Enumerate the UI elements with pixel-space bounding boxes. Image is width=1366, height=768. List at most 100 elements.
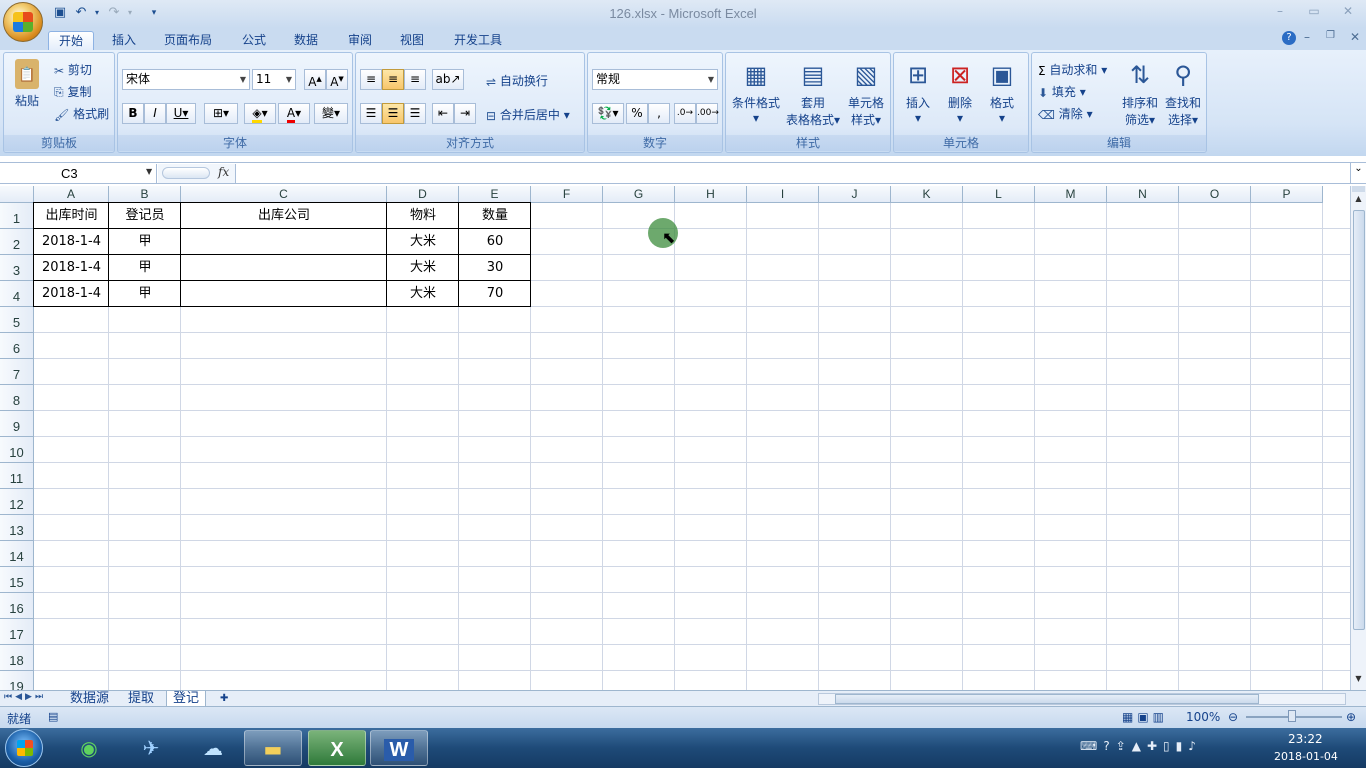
- excel-app-icon[interactable]: X: [308, 730, 366, 766]
- column-header-e[interactable]: E: [459, 186, 531, 203]
- align-right-button[interactable]: ☰: [404, 103, 426, 124]
- sort-filter-button[interactable]: ⇅ 排序和 筛选▾: [1120, 59, 1160, 128]
- table-cell[interactable]: 70: [459, 281, 531, 307]
- orientation-button[interactable]: ab↗: [432, 69, 464, 90]
- chevron-down-icon[interactable]: ▼: [146, 167, 152, 176]
- zoom-out-icon[interactable]: ⊖: [1228, 710, 1238, 724]
- customize-qat-icon[interactable]: ▾: [146, 5, 162, 21]
- zoom-slider-thumb[interactable]: [1288, 710, 1296, 722]
- column-header-k[interactable]: K: [891, 186, 963, 203]
- word-app-icon[interactable]: W: [370, 730, 428, 766]
- zoom-level[interactable]: 100%: [1186, 710, 1220, 724]
- formula-divider-handle[interactable]: [162, 167, 210, 179]
- row-header-3[interactable]: 3: [0, 255, 34, 281]
- align-left-button[interactable]: ☰: [360, 103, 382, 124]
- column-header-j[interactable]: J: [819, 186, 891, 203]
- column-header-h[interactable]: H: [675, 186, 747, 203]
- row-header-2[interactable]: 2: [0, 229, 34, 255]
- macro-record-icon[interactable]: ▤: [48, 710, 58, 723]
- table-cell[interactable]: 30: [459, 255, 531, 281]
- table-cell[interactable]: 大米: [387, 281, 459, 307]
- formula-input[interactable]: [238, 164, 1348, 183]
- tab-formulas[interactable]: 公式: [232, 31, 276, 50]
- table-cell[interactable]: 甲: [109, 229, 181, 255]
- column-header-c[interactable]: C: [181, 186, 387, 203]
- row-header-17[interactable]: 17: [0, 619, 34, 645]
- align-top-button[interactable]: ≡: [360, 69, 382, 90]
- row-header-12[interactable]: 12: [0, 489, 34, 515]
- format-as-table-button[interactable]: ▤ 套用 表格格式▾: [784, 59, 842, 128]
- table-cell[interactable]: [181, 229, 387, 255]
- row-header-4[interactable]: 4: [0, 281, 34, 307]
- view-buttons[interactable]: ▦▣▥: [1122, 710, 1168, 724]
- zoom-in-icon[interactable]: ⊕: [1346, 710, 1356, 724]
- accounting-format-button[interactable]: 💱▾: [592, 103, 624, 124]
- decrease-decimal-button[interactable]: .00→: [696, 103, 719, 124]
- maximize-button[interactable]: ▭: [1304, 4, 1324, 20]
- redo-icon[interactable]: ↷: [106, 5, 122, 21]
- column-header-d[interactable]: D: [387, 186, 459, 203]
- underline-button[interactable]: U▾: [166, 103, 196, 124]
- bold-button[interactable]: B: [122, 103, 144, 124]
- find-select-button[interactable]: ⚲ 查找和 选择▾: [1162, 59, 1204, 128]
- row-header-18[interactable]: 18: [0, 645, 34, 671]
- split-handle[interactable]: [1352, 186, 1365, 192]
- row-header-10[interactable]: 10: [0, 437, 34, 463]
- italic-button[interactable]: I: [144, 103, 166, 124]
- sheet-tab[interactable]: 数据源: [64, 691, 115, 707]
- vertical-scroll-thumb[interactable]: [1353, 210, 1365, 630]
- column-header-f[interactable]: F: [531, 186, 603, 203]
- borders-button[interactable]: ⊞▾: [204, 103, 238, 124]
- table-cell[interactable]: 大米: [387, 255, 459, 281]
- help-icon[interactable]: ?: [1282, 31, 1296, 45]
- table-header-cell[interactable]: 出库时间: [34, 203, 109, 229]
- browser-app-icon[interactable]: ◉: [60, 730, 118, 766]
- name-box[interactable]: C3: [1, 164, 157, 183]
- ribbon-minimize-icon[interactable]: –: [1304, 30, 1310, 44]
- select-all-corner[interactable]: [0, 186, 34, 203]
- horizontal-scrollbar[interactable]: [818, 693, 1346, 705]
- sheet-navigation-icons[interactable]: ⏮◀▶⏭: [4, 692, 46, 702]
- redo-dropdown-icon[interactable]: ▾: [122, 5, 138, 21]
- save-icon[interactable]: ▣: [52, 5, 68, 21]
- undo-icon[interactable]: ↶: [73, 5, 89, 21]
- row-header-13[interactable]: 13: [0, 515, 34, 541]
- font-name-combo[interactable]: 宋体 ▼: [122, 69, 250, 90]
- insert-function-icon[interactable]: fx: [218, 165, 229, 179]
- bird-app-icon[interactable]: ✈: [122, 730, 180, 766]
- tab-view[interactable]: 视图: [390, 31, 434, 50]
- align-bottom-button[interactable]: ≡: [404, 69, 426, 90]
- increase-indent-button[interactable]: ⇥: [454, 103, 476, 124]
- row-header-6[interactable]: 6: [0, 333, 34, 359]
- new-sheet-icon[interactable]: ✚: [214, 691, 234, 707]
- ribbon-restore-icon[interactable]: ❐: [1326, 30, 1335, 41]
- table-cell[interactable]: [181, 281, 387, 307]
- horizontal-scroll-thumb[interactable]: [835, 694, 1259, 704]
- row-header-1[interactable]: 1: [0, 203, 34, 229]
- delete-cells-button[interactable]: ⊠ 删除 ▾: [940, 59, 980, 125]
- start-button[interactable]: [5, 729, 43, 767]
- phonetic-button[interactable]: 變▾: [314, 103, 348, 124]
- vertical-scrollbar[interactable]: ▲ ▼: [1350, 186, 1366, 690]
- format-cells-button[interactable]: ▣ 格式 ▾: [982, 59, 1022, 125]
- table-cell[interactable]: [181, 255, 387, 281]
- align-middle-button[interactable]: ≡: [382, 69, 404, 90]
- column-header-a[interactable]: A: [34, 186, 109, 203]
- decrease-indent-button[interactable]: ⇤: [432, 103, 454, 124]
- table-cell[interactable]: 2018-1-4: [34, 229, 109, 255]
- expand-formula-bar-icon[interactable]: ⌄: [1350, 163, 1366, 183]
- row-header-15[interactable]: 15: [0, 567, 34, 593]
- row-header-7[interactable]: 7: [0, 359, 34, 385]
- row-header-16[interactable]: 16: [0, 593, 34, 619]
- cut-button[interactable]: ✂ 剪切: [54, 61, 92, 78]
- clock-date[interactable]: 2018-01-04: [1274, 750, 1338, 763]
- table-header-cell[interactable]: 数量: [459, 203, 531, 229]
- column-header-o[interactable]: O: [1179, 186, 1251, 203]
- sheet-tab-active[interactable]: 登记: [166, 691, 207, 707]
- align-center-button[interactable]: ☰: [382, 103, 404, 124]
- tab-insert[interactable]: 插入: [102, 31, 146, 50]
- system-tray-icons[interactable]: ⌨?⇪▲✚▯▮♪: [1080, 739, 1202, 753]
- paste-button[interactable]: 📋 粘贴: [8, 59, 46, 109]
- row-header-19[interactable]: 19: [0, 671, 34, 690]
- row-header-5[interactable]: 5: [0, 307, 34, 333]
